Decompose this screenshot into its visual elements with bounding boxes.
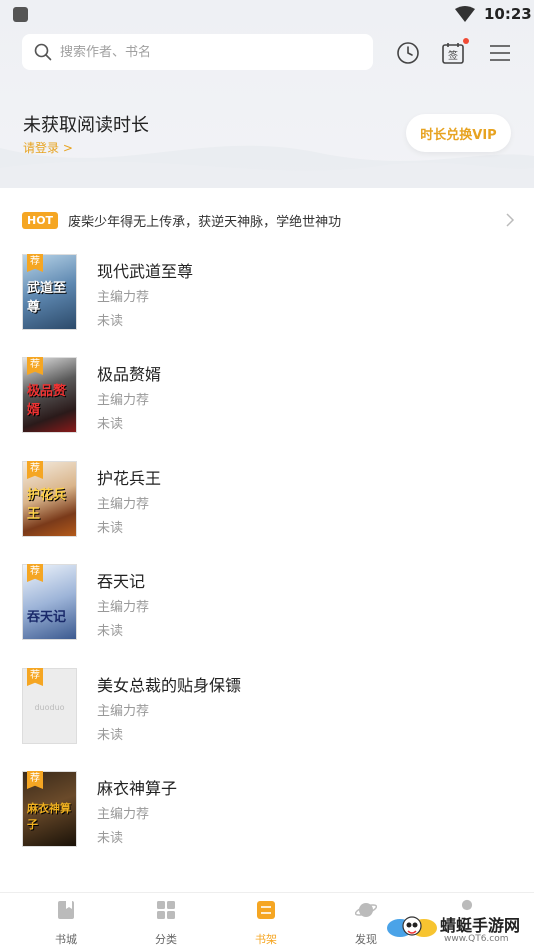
- book-item[interactable]: 护花兵王 荐 护花兵王 主编力荐 未读: [22, 461, 512, 541]
- nav-label: 书城: [55, 933, 77, 946]
- hot-banner[interactable]: HOT 废柴少年得无上传承，获逆天神脉，学绝世神功: [22, 208, 522, 232]
- vip-exchange-button[interactable]: 时长兑换VIP: [406, 114, 511, 152]
- nav-label: 分类: [155, 933, 177, 946]
- menu-button[interactable]: [487, 40, 513, 66]
- book-title: 吞天记: [97, 572, 146, 591]
- dragonfly-logo-icon: [387, 916, 437, 937]
- shelf-icon: [257, 901, 275, 919]
- book-status: 未读: [97, 417, 124, 432]
- login-link[interactable]: 请登录 >: [23, 139, 73, 156]
- book-icon: [58, 901, 74, 919]
- book-subtitle: 主编力荐: [97, 807, 150, 822]
- nav-bookshelf[interactable]: 书架: [231, 899, 301, 947]
- nav-label: 书架: [255, 933, 277, 946]
- status-bar: 10:23: [0, 0, 534, 30]
- grid-icon: [157, 901, 175, 919]
- book-item[interactable]: duoduo 荐 美女总裁的贴身保镖 主编力荐 未读: [22, 668, 512, 748]
- search-box[interactable]: [22, 34, 373, 70]
- search-icon: [34, 43, 52, 61]
- header: 10:23 签 未获取阅读时长 请登录 >: [0, 0, 534, 188]
- watermark-url: www.QT6.com: [444, 934, 509, 944]
- checkin-button[interactable]: 签: [440, 38, 469, 66]
- nav-category[interactable]: 分类: [131, 899, 201, 947]
- book-status: 未读: [97, 624, 124, 639]
- book-subtitle: 主编力荐: [97, 600, 150, 615]
- cover-title: 护花兵王: [27, 488, 67, 522]
- book-title: 极品赘婿: [97, 365, 162, 384]
- book-item[interactable]: 麻衣神算子 荐 麻衣神算子 主编力荐 未读: [22, 771, 512, 851]
- notification-icon: [13, 7, 28, 22]
- notification-dot: [463, 38, 469, 44]
- book-title: 护花兵王: [97, 469, 162, 488]
- hot-text: 废柴少年得无上传承，获逆天神脉，学绝世神功: [68, 214, 342, 230]
- book-subtitle: 主编力荐: [97, 290, 150, 305]
- book-status: 未读: [97, 521, 124, 536]
- book-item[interactable]: 吞天记 荐 吞天记 主编力荐 未读: [22, 564, 512, 644]
- book-title: 美女总裁的贴身保镖: [97, 676, 242, 695]
- cover-title: 吞天记: [27, 610, 67, 625]
- hot-badge: HOT: [22, 211, 59, 229]
- calendar-checkin-icon: 签: [442, 43, 464, 64]
- cover-title: 麻衣神算子: [27, 802, 71, 831]
- book-item[interactable]: 武道至尊 荐 现代武道至尊 主编力荐 未读: [22, 254, 512, 334]
- menu-icon: [490, 45, 510, 61]
- book-subtitle: 主编力荐: [97, 497, 150, 512]
- book-status: 未读: [97, 831, 124, 846]
- book-status: 未读: [97, 728, 124, 743]
- book-item[interactable]: 极品赘婿 荐 极品赘婿 主编力荐 未读: [22, 357, 512, 437]
- book-subtitle: 主编力荐: [97, 704, 150, 719]
- planet-icon: [354, 903, 378, 917]
- reading-time-title: 未获取阅读时长: [23, 115, 149, 136]
- watermark-name: 蜻蜓手游网: [440, 916, 521, 935]
- chevron-right-icon: [506, 213, 515, 227]
- wifi-icon: [455, 6, 475, 22]
- cover-title: 极品赘婿: [27, 384, 67, 418]
- search-input[interactable]: [60, 44, 360, 60]
- book-title: 麻衣神算子: [97, 779, 178, 798]
- book-status: 未读: [97, 314, 124, 329]
- watermark: 蜻蜓手游网 www.QT6.com: [384, 906, 534, 949]
- book-title: 现代武道至尊: [97, 262, 194, 281]
- clock-history-icon: [397, 42, 419, 64]
- clock: 10:23: [484, 5, 532, 23]
- placeholder-logo: duoduo: [34, 703, 65, 712]
- checkin-label: 签: [448, 49, 458, 62]
- book-subtitle: 主编力荐: [97, 393, 150, 408]
- nav-bookstore[interactable]: 书城: [31, 899, 101, 947]
- cover-title: 武道至尊: [27, 281, 67, 315]
- history-button[interactable]: [395, 40, 421, 66]
